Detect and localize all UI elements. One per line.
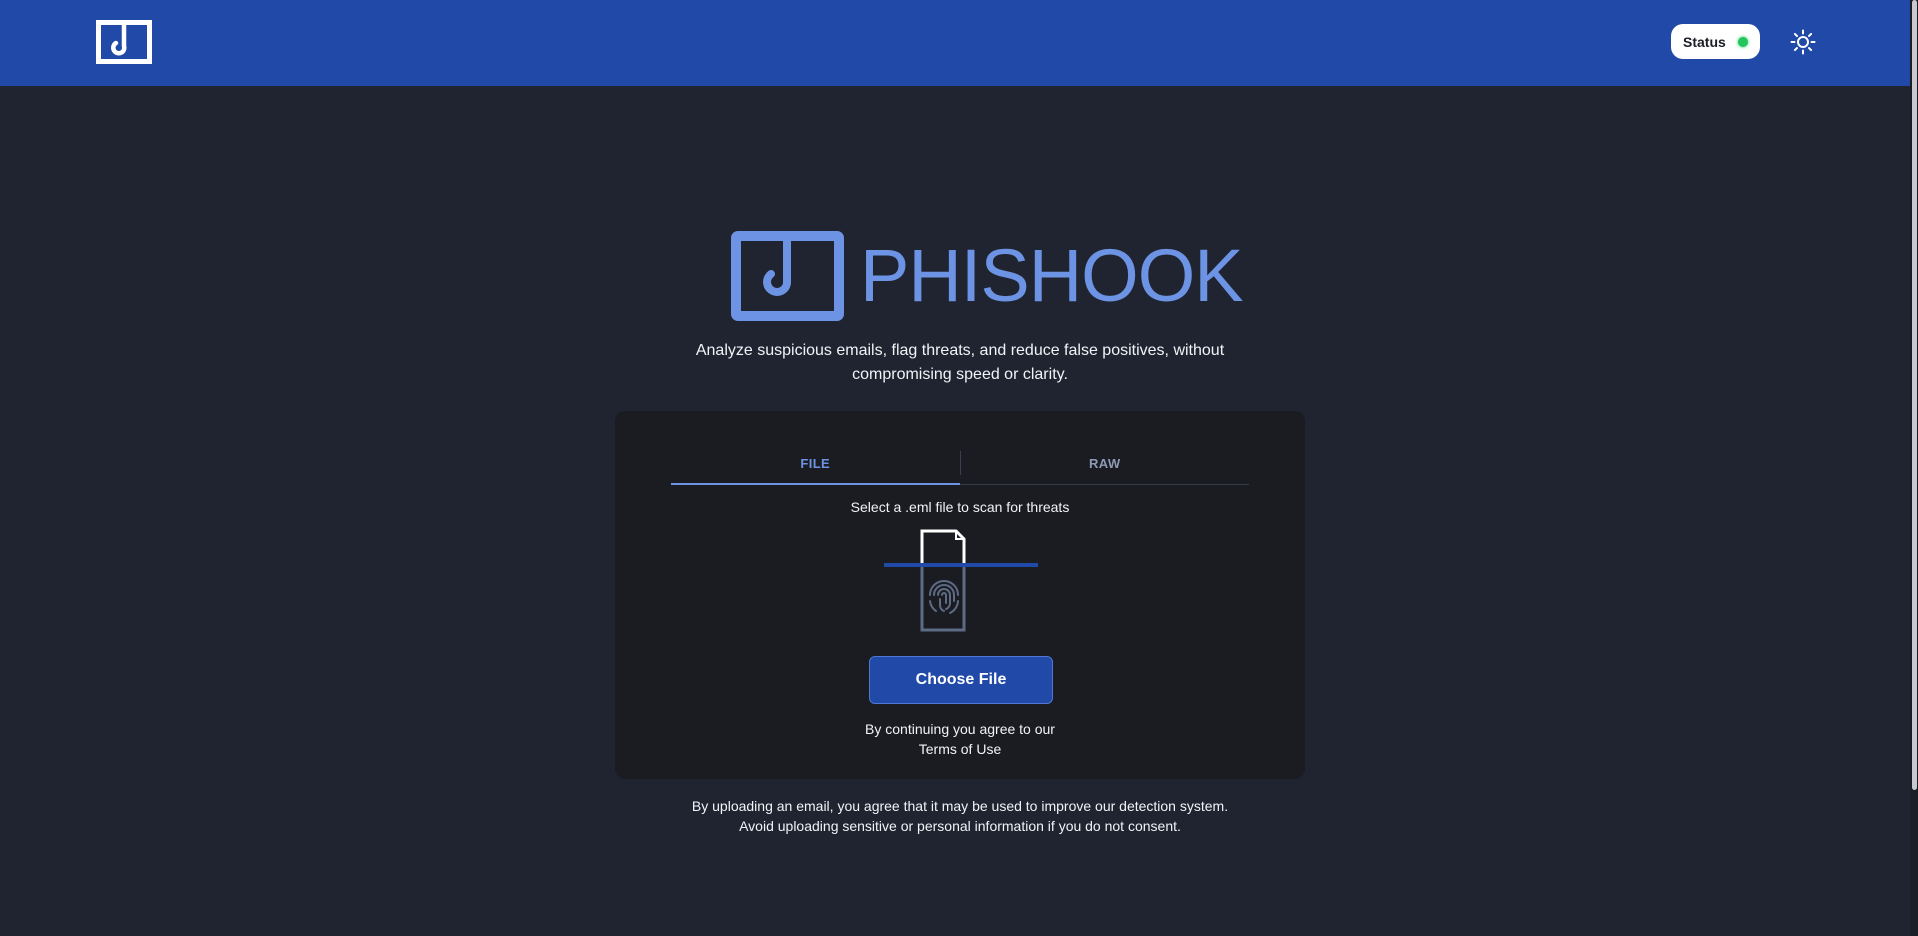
top-navbar: Status [0, 0, 1918, 86]
hook-box-icon[interactable] [96, 20, 152, 64]
upload-card: FILE RAW Select a .eml file to scan for … [615, 411, 1305, 779]
input-mode-tabs: FILE RAW [671, 442, 1249, 485]
disclaimer-line-1: By uploading an email, you agree that it… [691, 798, 1229, 814]
status-online-dot [1738, 37, 1748, 47]
status-label: Status [1683, 33, 1726, 50]
tab-raw[interactable]: RAW [961, 442, 1250, 484]
tagline: Analyze suspicious emails, flag threats,… [640, 339, 1280, 387]
upload-prompt: Select a .eml file to scan for threats [850, 499, 1070, 515]
tab-file[interactable]: FILE [671, 442, 960, 485]
tagline-line-2: compromising speed or clarity. [852, 366, 1068, 383]
terms-of-use-link[interactable]: Terms of Use [919, 741, 1001, 757]
file-fingerprint-scan-icon [884, 529, 1038, 632]
disclaimer-line-2: Avoid uploading sensitive or personal in… [739, 818, 1181, 834]
brand-name: PHISHOOK [860, 234, 1244, 317]
terms-of-use-row: Terms of Use [615, 739, 1305, 759]
upload-disclaimer: By uploading an email, you agree that it… [560, 796, 1360, 836]
page-scrollbar[interactable] [1910, 0, 1918, 936]
choose-file-button[interactable]: Choose File [869, 656, 1053, 704]
scrollbar-thumb[interactable] [1912, 0, 1917, 790]
sun-icon[interactable] [1790, 29, 1816, 55]
status-indicator-button[interactable]: Status [1671, 24, 1760, 59]
hook-box-logo-icon [731, 231, 844, 321]
consent-text: By continuing you agree to our [865, 721, 1055, 737]
tagline-line-1: Analyze suspicious emails, flag threats,… [695, 342, 1225, 359]
